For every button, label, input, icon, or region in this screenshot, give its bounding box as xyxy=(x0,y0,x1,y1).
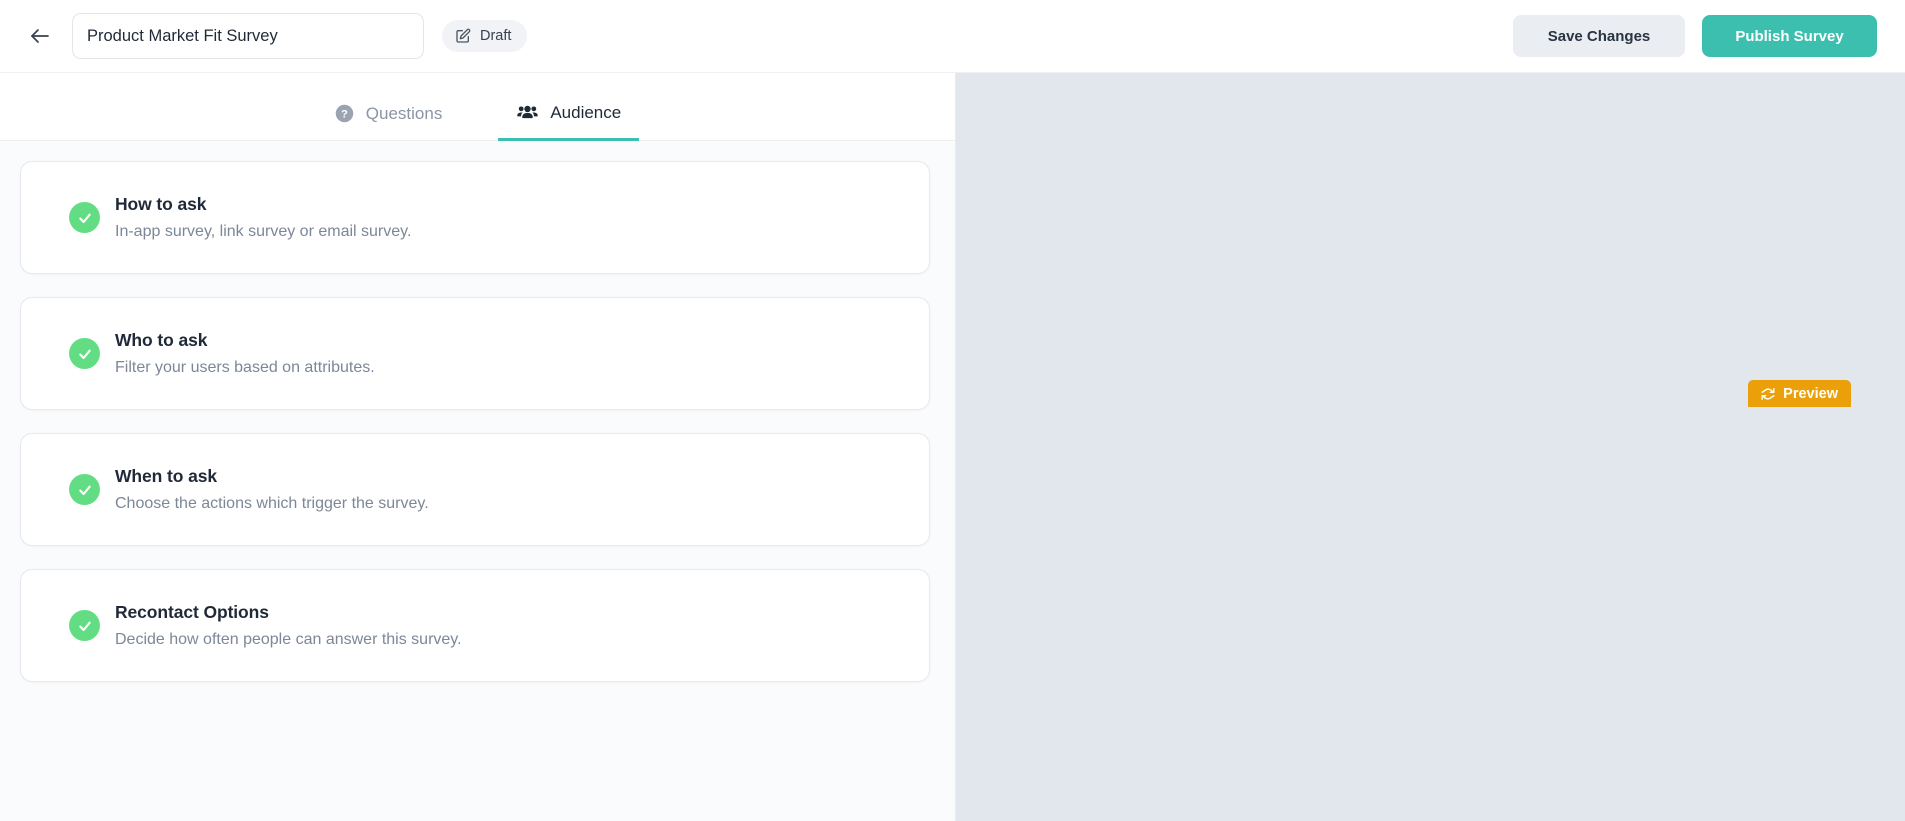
check-circle-icon xyxy=(69,474,100,505)
settings-card-text: When to ask Choose the actions which tri… xyxy=(115,466,429,513)
tab-bar: ? Questions Audience xyxy=(0,73,955,141)
settings-card-text: Who to ask Filter your users based on at… xyxy=(115,330,375,377)
body-split: ? Questions Audience How to ask In-app s… xyxy=(0,73,1905,821)
refresh-icon xyxy=(1761,387,1775,401)
save-changes-button[interactable]: Save Changes xyxy=(1513,15,1685,57)
check-circle-icon xyxy=(69,202,100,233)
settings-card-subtitle: Filter your users based on attributes. xyxy=(115,359,375,376)
settings-card-title: How to ask xyxy=(115,194,207,214)
settings-card-title: Who to ask xyxy=(115,330,208,350)
arrow-left-icon xyxy=(28,24,52,48)
settings-card-recontact-options[interactable]: Recontact Options Decide how often peopl… xyxy=(20,569,930,682)
preview-badge-label: Preview xyxy=(1783,385,1838,402)
settings-card-subtitle: In-app survey, link survey or email surv… xyxy=(115,223,412,240)
tab-audience-label: Audience xyxy=(550,103,622,122)
tab-audience[interactable]: Audience xyxy=(498,101,640,141)
tab-questions[interactable]: ? Questions xyxy=(316,103,461,141)
survey-title-input[interactable] xyxy=(72,13,424,59)
tab-questions-label: Questions xyxy=(365,104,443,123)
back-button[interactable] xyxy=(20,16,60,56)
check-circle-icon xyxy=(69,338,100,369)
settings-card-subtitle: Choose the actions which trigger the sur… xyxy=(115,495,429,512)
question-circle-icon: ? xyxy=(334,103,355,124)
settings-card-when-to-ask[interactable]: When to ask Choose the actions which tri… xyxy=(20,433,930,546)
preview-pane: Preview How disappointed would you be if… xyxy=(956,73,1905,821)
top-bar: Draft Save Changes Publish Survey xyxy=(0,0,1905,73)
settings-card-subtitle: Decide how often people can answer this … xyxy=(115,631,462,648)
settings-card-list: How to ask In-app survey, link survey or… xyxy=(0,141,955,821)
check-circle-icon xyxy=(69,610,100,641)
settings-card-title: When to ask xyxy=(115,466,217,486)
pencil-square-icon xyxy=(455,28,471,44)
settings-card-title: Recontact Options xyxy=(115,602,269,622)
preview-badge[interactable]: Preview xyxy=(1748,380,1851,407)
survey-editor-page: Draft Save Changes Publish Survey ? Ques… xyxy=(0,0,1905,821)
status-badge-label: Draft xyxy=(480,28,512,44)
publish-survey-button[interactable]: Publish Survey xyxy=(1702,15,1877,57)
svg-text:?: ? xyxy=(341,108,348,120)
settings-card-who-to-ask[interactable]: Who to ask Filter your users based on at… xyxy=(20,297,930,410)
status-badge[interactable]: Draft xyxy=(442,20,528,52)
settings-card-text: How to ask In-app survey, link survey or… xyxy=(115,194,411,241)
editor-pane: ? Questions Audience How to ask In-app s… xyxy=(0,73,956,821)
settings-card-text: Recontact Options Decide how often peopl… xyxy=(115,602,462,649)
users-icon xyxy=(516,101,539,124)
settings-card-how-to-ask[interactable]: How to ask In-app survey, link survey or… xyxy=(20,161,930,274)
